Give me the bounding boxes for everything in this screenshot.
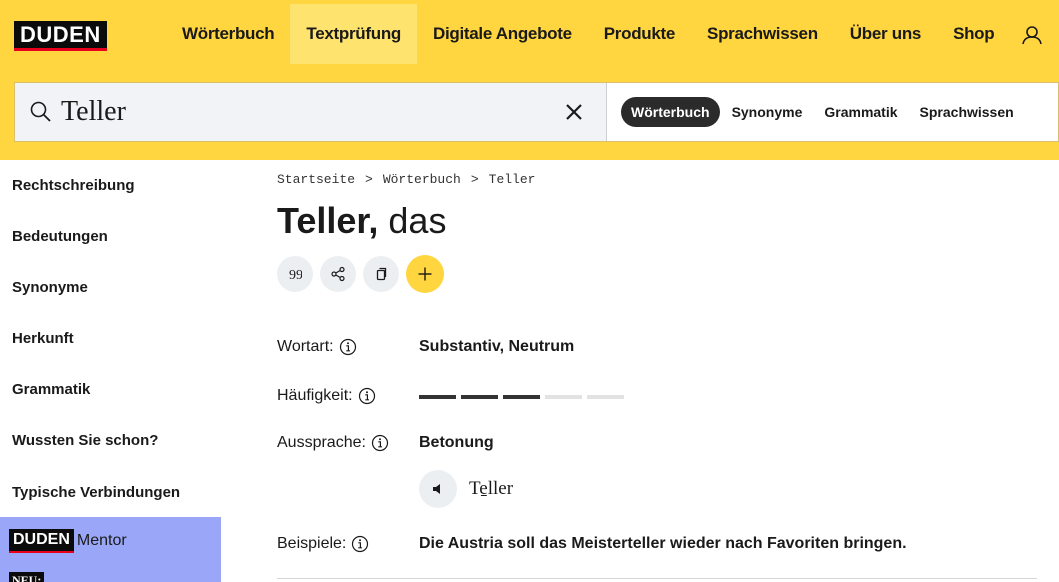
sidebar-item-rechtschreibung[interactable]: Rechtschreibung [12,177,135,194]
nav-digitale-angebote[interactable]: Digitale Angebote [417,4,588,64]
duden-mentor-banner[interactable]: DUDEN Mentor NEU: [0,517,221,582]
info-icon[interactable] [358,387,376,405]
aussprache-label: Aussprache: [277,434,389,452]
info-icon[interactable] [339,338,357,356]
search-bar: Wörterbuch Synonyme Grammatik Sprachwiss… [14,82,1059,142]
scope-sprachwissen[interactable]: Sprachwissen [910,97,1024,127]
nav-textpruefung[interactable]: Textprüfung [290,4,417,64]
scope-woerterbuch[interactable]: Wörterbuch [621,97,720,127]
frequency-segment [461,395,498,399]
frequency-segment [503,395,540,399]
share-icon [331,266,345,282]
info-icon[interactable] [351,535,369,553]
search-icon [30,101,51,122]
beispiele-label: Beispiele: [277,535,369,553]
mentor-logo: DUDEN Mentor [9,529,127,553]
search-scopes: Wörterbuch Synonyme Grammatik Sprachwiss… [607,83,1026,141]
haeufigkeit-label-text: Häufigkeit: [277,387,353,404]
sidebar-item-grammatik[interactable]: Grammatik [12,381,90,398]
action-bar: 99 [277,255,451,293]
search-input[interactable] [61,91,541,133]
nav-sprachwissen[interactable]: Sprachwissen [691,4,834,64]
breadcrumb-startseite[interactable]: Startseite [277,172,355,187]
main-nav: Wörterbuch Textprüfung Digitale Angebote… [166,4,1010,64]
breadcrumb-separator: > [365,172,373,187]
headword: Teller, [277,200,379,241]
aussprache-label-text: Aussprache: [277,434,366,451]
sidebar: Rechtschreibung Bedeutungen Synonyme Her… [0,160,221,582]
quote-icon: 99 [289,268,302,281]
breadcrumb-current: Teller [488,172,536,187]
breadcrumb: Startseite > Wörterbuch > Teller [277,172,535,187]
sidebar-item-wussten-sie-schon[interactable]: Wussten Sie schon? [12,432,158,449]
frequency-segment [587,395,624,399]
copy-button[interactable] [363,256,399,292]
beispiel-text: Die Austria soll das Meisterteller wiede… [419,535,907,552]
user-icon[interactable] [1019,22,1045,48]
breadcrumb-woerterbuch[interactable]: Wörterbuch [383,172,461,187]
breadcrumb-separator: > [470,172,479,187]
phonetic-spelling: Te̱ller [469,478,514,499]
close-icon[interactable] [562,100,586,124]
frequency-segment [419,395,456,399]
svg-text:99: 99 [289,268,302,281]
mentor-label: Mentor [76,532,127,549]
article: das [388,200,447,241]
speaker-icon [433,484,440,494]
nav-shop[interactable]: Shop [937,4,1010,64]
nav-produkte[interactable]: Produkte [588,4,691,64]
betonung-label: Betonung [419,434,494,451]
sidebar-item-herkunft[interactable]: Herkunft [12,330,74,347]
page-title: Teller, das [277,200,446,242]
quote-button[interactable]: 99 [277,256,313,292]
haeufigkeit-label: Häufigkeit: [277,387,376,405]
duden-logo[interactable]: DUDEN [14,21,107,51]
frequency-meter [419,395,629,399]
divider [277,578,1037,579]
add-button[interactable] [406,255,444,293]
sidebar-item-bedeutungen[interactable]: Bedeutungen [12,228,108,245]
nav-ueber-uns[interactable]: Über uns [834,4,937,64]
plus-icon [418,267,432,281]
sidebar-item-synonyme[interactable]: Synonyme [12,279,88,296]
share-button[interactable] [320,256,356,292]
search-field [15,83,607,141]
wortart-label-text: Wortart: [277,338,334,355]
sidebar-item-typische-verbindungen[interactable]: Typische Verbindungen [12,484,180,501]
frequency-segment [545,395,582,399]
play-audio-button[interactable] [419,470,457,508]
copy-icon [376,267,387,281]
mentor-duden-label: DUDEN [9,529,74,553]
beispiele-label-text: Beispiele: [277,535,347,552]
info-icon[interactable] [371,434,389,452]
nav-woerterbuch[interactable]: Wörterbuch [166,4,290,64]
new-badge: NEU: [9,572,45,582]
scope-synonyme[interactable]: Synonyme [722,97,813,127]
wortart-label: Wortart: [277,338,357,356]
site-header: DUDEN Wörterbuch Textprüfung Digitale An… [0,0,1059,160]
wortart-value: Substantiv, Neutrum [419,338,575,355]
scope-grammatik[interactable]: Grammatik [814,97,907,127]
